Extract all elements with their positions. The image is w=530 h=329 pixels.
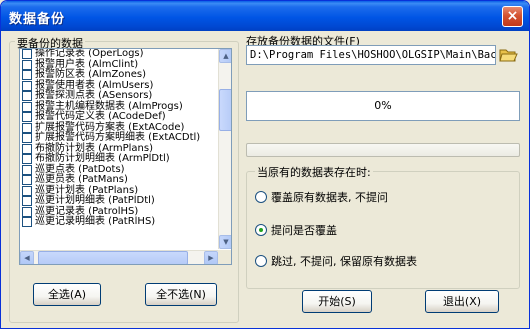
window-title: 数据备份 <box>9 12 66 27</box>
horizontal-scrollbar[interactable]: ◀ ▶ <box>20 250 218 264</box>
open-folder-icon <box>499 49 518 62</box>
option-overwrite[interactable]: 覆盖原有数据表, 不提问 <box>255 189 388 205</box>
table-checklist[interactable]: 操作记录表 (OperLogs) 报警用户表 (AlmClint) 报警防区表 (A… <box>19 48 232 265</box>
checkbox[interactable] <box>22 164 32 175</box>
radio-button[interactable] <box>255 255 267 267</box>
checkbox[interactable] <box>22 196 32 207</box>
radio-button[interactable] <box>255 224 267 236</box>
checkbox[interactable] <box>22 70 32 81</box>
checklist-items: 操作记录表 (OperLogs) 报警用户表 (AlmClint) 报警防区表 (A… <box>20 49 218 249</box>
option-skip[interactable]: 跳过, 不提问, 保留原有数据表 <box>255 253 417 269</box>
list-item-label: 报警防区表 (AlmZones) <box>35 69 147 80</box>
option-skip-label: 跳过, 不提问, 保留原有数据表 <box>271 255 417 268</box>
scroll-left-icon[interactable]: ◀ <box>20 251 34 264</box>
select-all-button[interactable]: 全选(A) <box>33 283 101 306</box>
hscroll-thumb[interactable] <box>38 251 188 264</box>
checkbox[interactable] <box>22 59 32 70</box>
title-bar[interactable]: 数据备份 × <box>1 1 529 31</box>
exit-button[interactable]: 退出(X) <box>425 290 499 313</box>
radio-button[interactable] <box>255 191 267 203</box>
checkbox[interactable] <box>22 175 32 186</box>
scroll-up-icon[interactable]: ▲ <box>219 49 231 63</box>
dialog-body: 要备份的数据 操作记录表 (OperLogs) 报警用户表 (AlmClint) 报… <box>5 31 526 325</box>
checkbox[interactable] <box>22 217 32 228</box>
checkbox[interactable] <box>22 80 32 91</box>
list-item[interactable]: 巡更计划明细表 (PatPlDtl) <box>20 195 218 207</box>
list-item[interactable]: 巡更记录明细表 (PatRlHS) <box>20 216 218 228</box>
list-item[interactable]: 报警防区表 (AlmZones) <box>20 69 218 81</box>
list-item[interactable]: 操作记录表 (OperLogs) <box>20 49 218 60</box>
close-button[interactable]: × <box>502 6 523 27</box>
secondary-progress-bar <box>246 143 520 157</box>
checkbox[interactable] <box>22 206 32 217</box>
select-none-button[interactable]: 全不选(N) <box>145 283 217 306</box>
scroll-down-icon[interactable]: ▼ <box>219 235 231 249</box>
browse-folder-button[interactable] <box>498 45 518 65</box>
list-item-label: 扩展报警代码方案明细表 (ExtACDtl) <box>35 132 201 143</box>
checkbox[interactable] <box>22 101 32 112</box>
overwrite-options-title: 当原有的数据表存在时: <box>255 164 373 180</box>
close-icon: × <box>506 8 519 24</box>
option-overwrite-label: 覆盖原有数据表, 不提问 <box>271 191 388 204</box>
list-item[interactable]: 报警探测点表 (ASensors) <box>20 90 218 102</box>
checkbox[interactable] <box>22 133 32 144</box>
scroll-corner <box>218 250 231 264</box>
list-item-label: 巡更员表 (PatMans) <box>35 174 128 185</box>
checkbox[interactable] <box>22 154 32 165</box>
checkbox[interactable] <box>22 143 32 154</box>
checkbox[interactable] <box>22 112 32 123</box>
backup-progress-bar: 0% <box>246 91 520 121</box>
backup-dialog: 数据备份 × 要备份的数据 操作记录表 (OperLogs) 报警用户表 (Alm… <box>0 0 530 329</box>
checkbox[interactable] <box>22 185 32 196</box>
checkbox[interactable] <box>22 91 32 102</box>
checkbox[interactable] <box>22 49 32 60</box>
list-item-label: 操作记录表 (OperLogs) <box>35 49 144 59</box>
list-item[interactable]: 报警代码定义表 (ACodeDef) <box>20 111 218 123</box>
scroll-thumb[interactable] <box>219 89 231 131</box>
progress-percent: 0% <box>374 99 392 112</box>
scroll-right-icon[interactable]: ▶ <box>204 251 218 264</box>
list-item-label: 报警探测点表 (ASensors) <box>35 90 153 101</box>
list-item-label: 巡更计划明细表 (PatPlDtl) <box>35 195 155 206</box>
list-item-label: 报警代码定义表 (ACodeDef) <box>35 111 166 122</box>
vertical-scrollbar[interactable]: ▲ ▼ <box>218 49 231 249</box>
list-item[interactable]: 巡更员表 (PatMans) <box>20 174 218 186</box>
list-item[interactable]: 布撤防计划明细表 (ArmPlDtl) <box>20 153 218 165</box>
option-ask[interactable]: 提问是否覆盖 <box>255 222 337 238</box>
list-item[interactable]: 扩展报警代码方案明细表 (ExtACDtl) <box>20 132 218 144</box>
list-item-label: 巡更记录明细表 (PatRlHS) <box>35 216 156 227</box>
list-item-label: 布撤防计划明细表 (ArmPlDtl) <box>35 153 170 164</box>
option-ask-label: 提问是否覆盖 <box>271 224 337 237</box>
checkbox[interactable] <box>22 122 32 133</box>
start-button[interactable]: 开始(S) <box>302 290 372 313</box>
backup-file-input[interactable]: D:\Program Files\HOSHOO\OLGSIP\Main\Back… <box>246 45 496 65</box>
